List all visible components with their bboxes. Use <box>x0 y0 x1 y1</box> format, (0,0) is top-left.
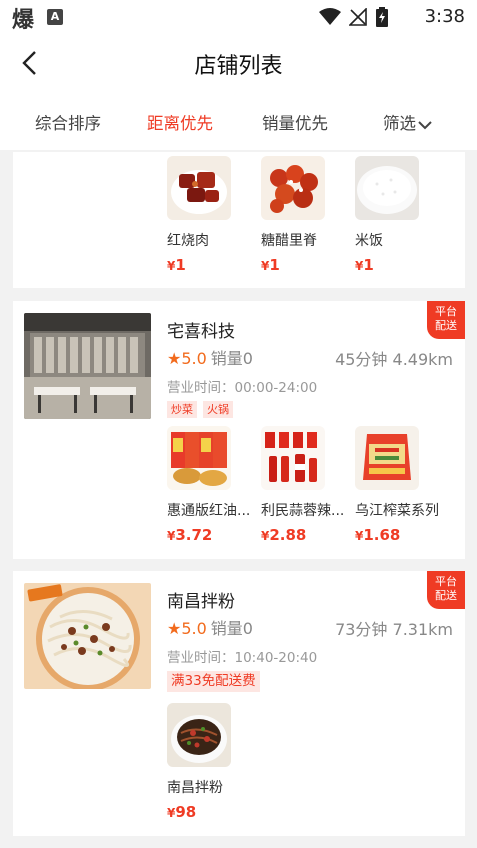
dish-price: ¥2.88 <box>261 526 307 544</box>
store-image <box>24 313 151 419</box>
sort-tabs: 综合排序 距离优先 销量优先 筛选 <box>0 94 477 150</box>
dish-price: ¥1 <box>167 256 186 274</box>
dish-image <box>355 426 419 490</box>
dish-image <box>261 426 325 490</box>
tab-sales[interactable]: 销量优先 <box>262 110 328 134</box>
dish-item[interactable]: 南昌拌粉 ¥98 <box>167 703 257 821</box>
store-card[interactable]: 红烧肉 ¥1 糖醋里脊 ¥1 米饭 ¥1 <box>13 152 465 288</box>
dish-image <box>261 156 325 220</box>
dish-image <box>167 426 231 490</box>
dish-image <box>167 703 231 767</box>
dish-name: 红烧肉 <box>167 233 209 249</box>
store-sales: 销量0 <box>210 349 253 368</box>
store-rating: 5.0 <box>181 349 207 368</box>
platform-delivery-badge: 平台 配送 <box>427 571 465 609</box>
dish-price: ¥98 <box>167 803 197 821</box>
tab-comprehensive[interactable]: 综合排序 <box>35 110 101 134</box>
store-tags: 炒菜 火锅 <box>167 401 233 418</box>
store-tag: 火锅 <box>203 401 233 418</box>
store-name: 南昌拌粉 <box>167 592 235 612</box>
dish-name: 利民蒜蓉辣... <box>261 503 345 519</box>
wifi-icon <box>319 8 341 25</box>
dish-name: 惠通版红油... <box>167 503 251 519</box>
rating-row: ★5.0 销量0 <box>167 345 253 369</box>
chevron-down-icon <box>418 120 432 129</box>
accessibility-notification-icon: A <box>47 9 63 25</box>
app-notification-icon: 爆 <box>12 8 35 33</box>
store-card[interactable]: 平台 配送 宅喜科技 ★5.0 销量0 45分钟 4.49km 营业时间：00:00… <box>13 301 465 559</box>
dish-item[interactable]: 红烧肉 ¥1 <box>167 156 257 274</box>
platform-delivery-badge: 平台 配送 <box>427 301 465 339</box>
store-name: 宅喜科技 <box>167 322 235 342</box>
delivery-time-distance: 45分钟 4.49km <box>335 350 453 369</box>
store-rating: 5.0 <box>181 619 207 638</box>
dish-price: ¥3.72 <box>167 526 213 544</box>
signal-icon <box>349 8 367 26</box>
delivery-time-distance: 73分钟 7.31km <box>335 620 453 639</box>
dish-price: ¥1.68 <box>355 526 401 544</box>
navigation-bar: 店铺列表 <box>0 34 477 94</box>
store-image <box>24 583 151 689</box>
tab-filter[interactable]: 筛选 <box>383 110 432 134</box>
star-icon: ★ <box>167 349 182 368</box>
promo-tag: 满33免配送费 <box>167 671 260 692</box>
store-sales: 销量0 <box>210 619 253 638</box>
dish-image <box>167 156 231 220</box>
dish-item[interactable]: 利民蒜蓉辣... ¥2.88 <box>261 426 351 544</box>
dish-item[interactable]: 惠通版红油... ¥3.72 <box>167 426 257 544</box>
business-hours: 营业时间：00:00-24:00 <box>167 380 318 396</box>
dish-name: 糖醋里脊 <box>261 233 317 249</box>
dish-name: 南昌拌粉 <box>167 780 223 796</box>
dish-name: 米饭 <box>355 233 383 249</box>
battery-icon <box>376 7 388 27</box>
dish-item[interactable]: 乌江榨菜系列 ¥1.68 <box>355 426 445 544</box>
dish-image <box>355 156 419 220</box>
tab-filter-label: 筛选 <box>383 114 416 133</box>
status-bar: 爆 A 3:38 <box>0 0 477 34</box>
dish-price: ¥1 <box>355 256 374 274</box>
store-card[interactable]: 平台 配送 南昌拌粉 ★5.0 销量0 73分钟 7.31km 营业时间：10:40… <box>13 571 465 836</box>
dish-name: 乌江榨菜系列 <box>355 503 439 519</box>
tab-distance[interactable]: 距离优先 <box>147 110 213 134</box>
dish-item[interactable]: 糖醋里脊 ¥1 <box>261 156 351 274</box>
dish-price: ¥1 <box>261 256 280 274</box>
page-title: 店铺列表 <box>194 54 283 79</box>
clock: 3:38 <box>424 6 465 27</box>
dish-item[interactable]: 米饭 ¥1 <box>355 156 445 274</box>
star-icon: ★ <box>167 619 182 638</box>
rating-row: ★5.0 销量0 <box>167 615 253 639</box>
store-tag: 炒菜 <box>167 401 197 418</box>
business-hours: 营业时间：10:40-20:40 <box>167 650 318 666</box>
store-promotions: 满33免配送费 <box>167 671 260 692</box>
